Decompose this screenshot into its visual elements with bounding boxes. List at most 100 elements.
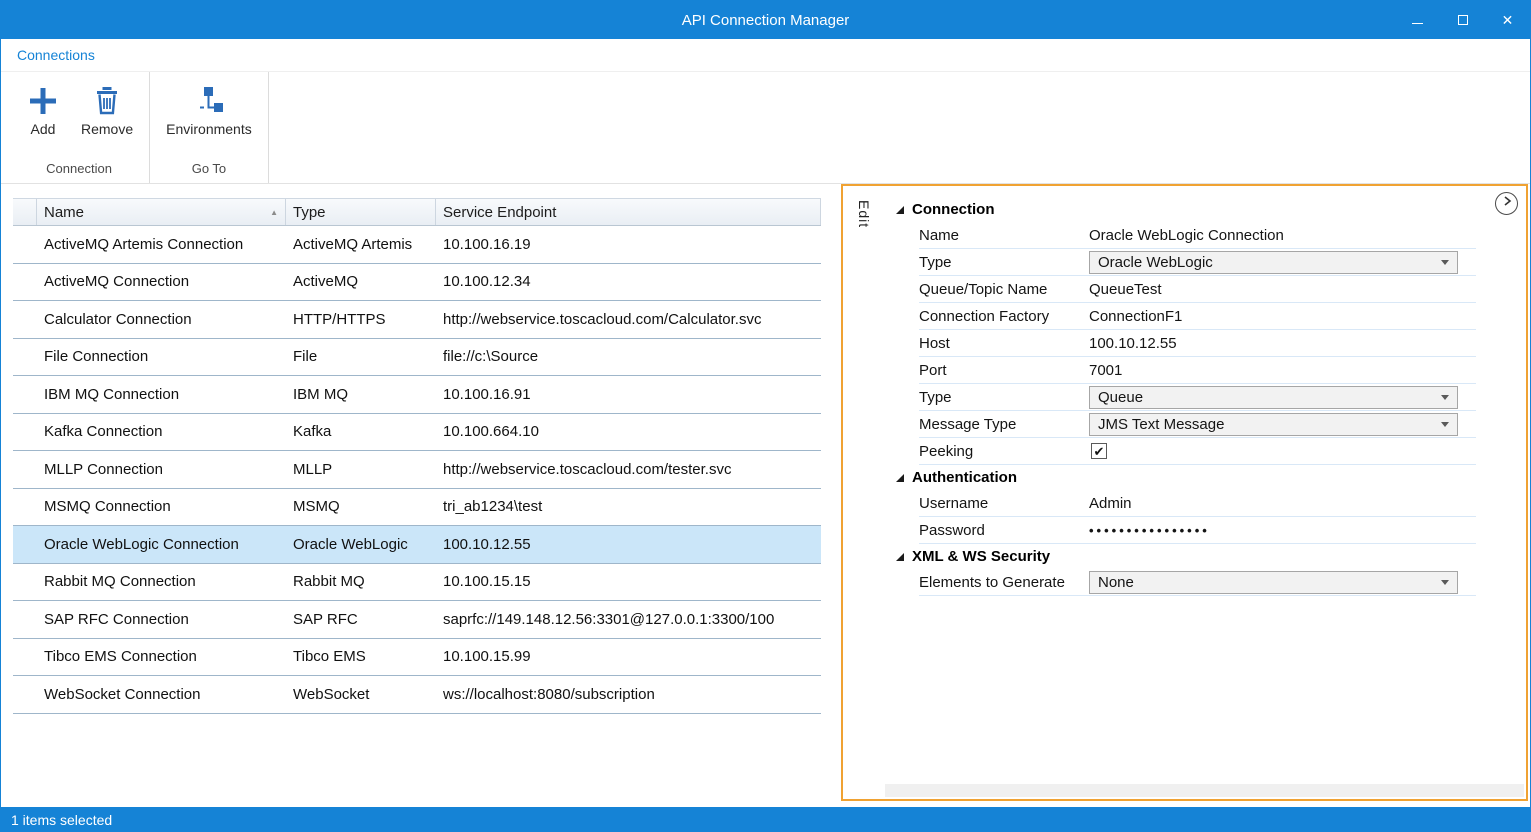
property-label: Port — [919, 362, 1089, 379]
property-group-title: Authentication — [912, 469, 1017, 486]
header-cell-type[interactable]: Type — [286, 199, 436, 225]
tab-connections[interactable]: Connections — [1, 47, 111, 63]
cell-type: MLLP — [286, 451, 436, 488]
cell-type: Tibco EMS — [286, 639, 436, 676]
property-row: Message Type JMS Text Message — [919, 411, 1476, 438]
field-username-value[interactable]: Admin — [1089, 495, 1132, 512]
table-row-activemq-connection[interactable]: ActiveMQ Connection ActiveMQ 10.100.12.3… — [13, 264, 821, 302]
property-value: 100.10.12.55 — [1089, 335, 1476, 352]
property-label: Connection Factory — [919, 308, 1089, 325]
property-label: Queue/Topic Name — [919, 281, 1089, 298]
cell-name: Tibco EMS Connection — [37, 639, 286, 676]
cell-type: ActiveMQ Artemis — [286, 226, 436, 263]
expander-triangle-icon — [896, 474, 904, 482]
property-value: •••••••••••••••• — [1089, 523, 1476, 538]
environments-button-label: Environments — [166, 121, 252, 137]
property-group-header-connection[interactable]: Connection — [885, 197, 1526, 222]
table-row-websocket-connection[interactable]: WebSocket Connection WebSocket ws://loca… — [13, 676, 821, 714]
horizontal-scrollbar[interactable] — [885, 784, 1524, 797]
cell-endpoint: http://webservice.toscacloud.com/tester.… — [436, 451, 821, 488]
property-value: Oracle WebLogic — [1089, 251, 1476, 274]
cell-type: Rabbit MQ — [286, 564, 436, 601]
cell-name: Oracle WebLogic Connection — [37, 526, 286, 563]
table-row-mllp-connection[interactable]: MLLP Connection MLLP http://webservice.t… — [13, 451, 821, 489]
dropdown-message-type[interactable]: JMS Text Message — [1089, 413, 1458, 436]
table-row-sap-rfc-connection[interactable]: SAP RFC Connection SAP RFC saprfc://149.… — [13, 601, 821, 639]
table-row-calculator-connection[interactable]: Calculator Connection HTTP/HTTPS http://… — [13, 301, 821, 339]
chevron-down-icon — [1441, 260, 1449, 265]
status-text: 1 items selected — [11, 812, 112, 828]
dropdown-type[interactable]: Queue — [1089, 386, 1458, 409]
table-row-rabbit-mq-connection[interactable]: Rabbit MQ Connection Rabbit MQ 10.100.15… — [13, 564, 821, 602]
table-row-ibm-mq-connection[interactable]: IBM MQ Connection IBM MQ 10.100.16.91 — [13, 376, 821, 414]
expander-triangle-icon — [896, 206, 904, 214]
field-password-value[interactable]: •••••••••••••••• — [1089, 523, 1210, 538]
property-label: Type — [919, 389, 1089, 406]
cell-type: File — [286, 339, 436, 376]
chevron-down-icon — [1441, 580, 1449, 585]
edit-panel-side-strip: Edit — [843, 186, 885, 799]
ribbon-group-label-connection: Connection — [9, 158, 149, 183]
row-indicator-cell — [13, 601, 37, 638]
table-row-msmq-connection[interactable]: MSMQ Connection MSMQ tri_ab1234\test — [13, 489, 821, 527]
row-indicator-cell — [13, 489, 37, 526]
minimize-button[interactable] — [1395, 1, 1440, 39]
ribbon-group-connection: Add Remove Connection — [9, 72, 150, 183]
cell-endpoint: http://webservice.toscacloud.com/Calcula… — [436, 301, 821, 338]
field-host-value[interactable]: 100.10.12.55 — [1089, 335, 1177, 352]
property-group-title: XML & WS Security — [912, 548, 1050, 565]
dropdown-type[interactable]: Oracle WebLogic — [1089, 251, 1458, 274]
ribbon-group-goto-buttons: Environments — [150, 72, 268, 158]
table-row-oracle-weblogic-connection[interactable]: Oracle WebLogic Connection Oracle WebLog… — [13, 526, 821, 564]
property-row: Connection Factory ConnectionF1 — [919, 303, 1476, 330]
cell-type: MSMQ — [286, 489, 436, 526]
field-name-value[interactable]: Oracle WebLogic Connection — [1089, 227, 1284, 244]
property-value: JMS Text Message — [1089, 413, 1476, 436]
property-value: Admin — [1089, 495, 1476, 512]
app-window: API Connection Manager ✕ Connections — [0, 0, 1531, 832]
title-bar: API Connection Manager ✕ — [1, 1, 1530, 39]
property-label: Elements to Generate — [919, 574, 1089, 591]
header-cell-endpoint[interactable]: Service Endpoint — [436, 199, 821, 225]
row-indicator-cell — [13, 226, 37, 263]
remove-button-label: Remove — [81, 121, 133, 137]
environments-button[interactable]: Environments — [156, 80, 262, 139]
remove-button[interactable]: Remove — [71, 80, 143, 139]
maximize-button[interactable] — [1440, 1, 1485, 39]
peeking-checkbox[interactable]: ✔ — [1091, 443, 1107, 459]
header-cell-name[interactable]: Name ▲ — [37, 199, 286, 225]
table-row-tibco-ems-connection[interactable]: Tibco EMS Connection Tibco EMS 10.100.15… — [13, 639, 821, 677]
header-name-label: Name — [44, 204, 84, 221]
property-row: Username Admin — [919, 490, 1476, 517]
dropdown-elements-to-generate[interactable]: None — [1089, 571, 1458, 594]
cell-endpoint: 10.100.16.19 — [436, 226, 821, 263]
cell-endpoint: file://c:\Source — [436, 339, 821, 376]
field-connection-factory-value[interactable]: ConnectionF1 — [1089, 308, 1182, 325]
edit-panel: Edit Connection Name Oracle WebLogic Con… — [841, 184, 1528, 801]
panel-collapse-button[interactable] — [1495, 192, 1518, 215]
table-row-activemq-artemis-connection[interactable]: ActiveMQ Artemis Connection ActiveMQ Art… — [13, 226, 821, 264]
table-row-file-connection[interactable]: File Connection File file://c:\Source — [13, 339, 821, 377]
dropdown-selected-value: Oracle WebLogic — [1098, 254, 1213, 271]
dropdown-selected-value: JMS Text Message — [1098, 416, 1224, 433]
property-group-header-xml-ws-security[interactable]: XML & WS Security — [885, 544, 1526, 569]
close-button[interactable]: ✕ — [1485, 1, 1530, 39]
property-label: Username — [919, 495, 1089, 512]
row-indicator-cell — [13, 451, 37, 488]
field-port-value[interactable]: 7001 — [1089, 362, 1122, 379]
add-button[interactable]: Add — [15, 80, 71, 139]
cell-name: MSMQ Connection — [37, 489, 286, 526]
property-label: Password — [919, 522, 1089, 539]
field-queue-topic-name-value[interactable]: QueueTest — [1089, 281, 1162, 298]
chevron-down-icon — [1441, 395, 1449, 400]
property-label: Type — [919, 254, 1089, 271]
edit-tab-label[interactable]: Edit — [856, 200, 872, 228]
property-value: Queue — [1089, 386, 1476, 409]
row-indicator-cell — [13, 526, 37, 563]
table-row-kafka-connection[interactable]: Kafka Connection Kafka 10.100.664.10 — [13, 414, 821, 452]
property-group-header-authentication[interactable]: Authentication — [885, 465, 1526, 490]
cell-type: SAP RFC — [286, 601, 436, 638]
cell-name: Kafka Connection — [37, 414, 286, 451]
cell-name: ActiveMQ Artemis Connection — [37, 226, 286, 263]
property-grid: Connection Name Oracle WebLogic Connecti… — [885, 197, 1526, 596]
